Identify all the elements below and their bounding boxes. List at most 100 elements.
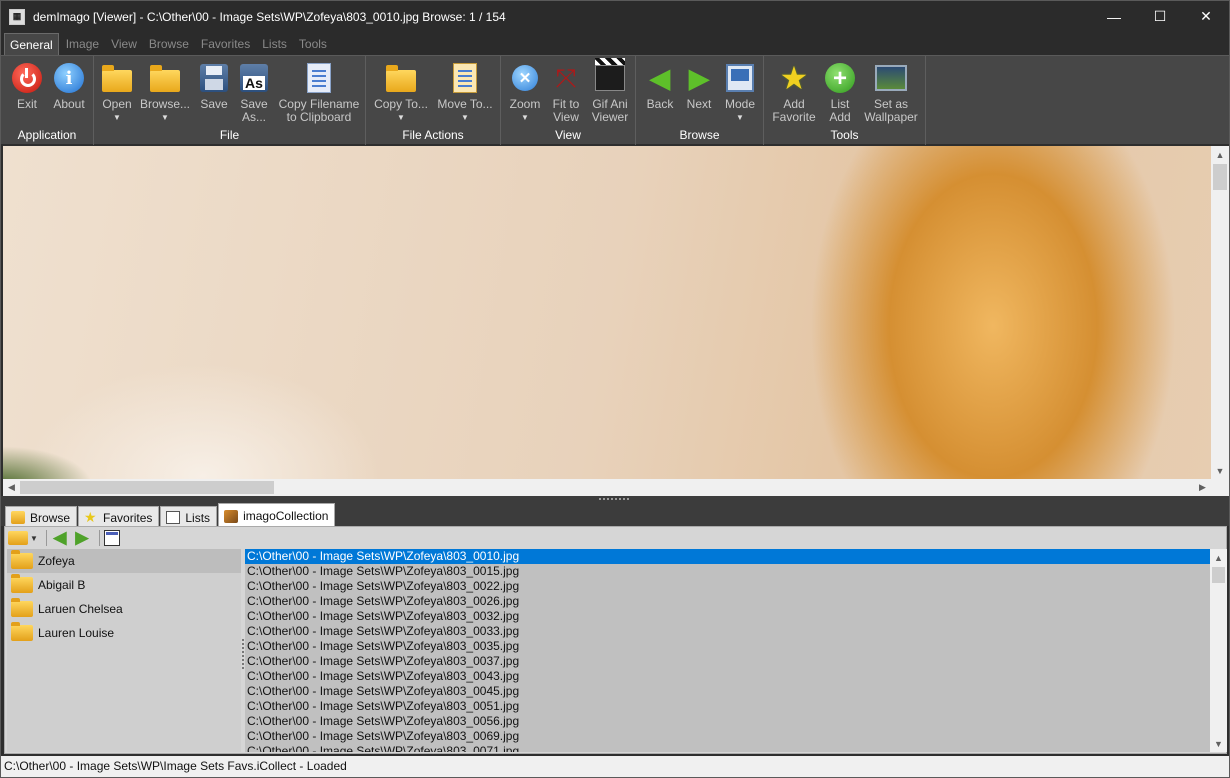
group-tools: ★ Add Favorite + List Add Set as Wallpap… [764, 56, 926, 145]
folder-label: Abigail B [38, 578, 86, 592]
save-as-button[interactable]: As Save As... [236, 61, 272, 124]
list-item[interactable]: C:\Other\00 - Image Sets\WP\Zofeya\803_0… [245, 669, 1210, 684]
zoom-icon: ✕ [512, 65, 538, 91]
next-button[interactable]: ▶ Next [682, 61, 716, 111]
scroll-thumb[interactable] [1213, 164, 1227, 190]
tab-favorites-panel[interactable]: ★ Favorites [78, 506, 160, 526]
copy-to-label: Copy To... [374, 97, 428, 111]
tab-image[interactable]: Image [61, 33, 104, 55]
zoom-button[interactable]: ✕ Zoom ▼ [507, 61, 543, 124]
image-viewer[interactable] [3, 146, 1211, 479]
list-item[interactable]: C:\Other\00 - Image Sets\WP\Zofeya\803_0… [245, 714, 1210, 729]
set-wallpaper-button[interactable]: Set as Wallpaper [862, 61, 920, 124]
open-label: Open [102, 97, 132, 111]
gif-label-2: Viewer [591, 110, 629, 124]
scroll-up-icon[interactable]: ▲ [1211, 146, 1229, 163]
folder-item[interactable]: Laruen Chelsea [7, 597, 241, 621]
scroll-up-icon[interactable]: ▲ [1210, 549, 1227, 566]
folder-item[interactable]: Abigail B [7, 573, 241, 597]
tab-browse[interactable]: Browse [144, 33, 194, 55]
open-button[interactable]: Open ▼ [98, 61, 136, 124]
tab-lists-panel[interactable]: Lists [160, 506, 218, 526]
list-item[interactable]: C:\Other\00 - Image Sets\WP\Zofeya\803_0… [245, 579, 1210, 594]
scroll-down-icon[interactable]: ▼ [1210, 735, 1227, 752]
tab-view[interactable]: View [106, 33, 142, 55]
viewer-horizontal-scrollbar[interactable]: ◀ ▶ [3, 479, 1211, 496]
mode-button[interactable]: Mode ▼ [722, 61, 758, 124]
prev-button[interactable]: ◀ [51, 528, 69, 547]
copy-filename-label-2: to Clipboard [286, 110, 352, 124]
ribbon-tabs: General Image View Browse Favorites List… [1, 32, 1229, 55]
next-button[interactable]: ▶ [73, 528, 91, 547]
wallpaper-icon [875, 65, 907, 91]
list-add-button[interactable]: + List Add [822, 61, 858, 124]
move-to-label: Move To... [437, 97, 493, 111]
file-move-icon [453, 63, 477, 93]
scroll-right-icon[interactable]: ▶ [1194, 479, 1211, 496]
move-to-button[interactable]: Move To... ▼ [436, 61, 494, 124]
tab-lists[interactable]: Lists [257, 33, 292, 55]
list-item[interactable]: C:\Other\00 - Image Sets\WP\Zofeya\803_0… [245, 654, 1210, 669]
tab-browse-panel[interactable]: Browse [5, 506, 78, 526]
fit-to-view-button[interactable]: ⤧ Fit to View [547, 61, 585, 124]
copy-to-button[interactable]: Copy To... ▼ [372, 61, 430, 124]
scroll-left-icon[interactable]: ◀ [3, 479, 20, 496]
window-controls: — ☐ ✕ [1091, 1, 1229, 32]
minimize-button[interactable]: — [1091, 1, 1137, 32]
grip-icon [242, 639, 244, 669]
toolbar-separator [98, 530, 100, 546]
collection-toolbar: ▼ ◀ ▶ [5, 527, 1226, 549]
add-fav-label-2: Favorite [772, 110, 816, 124]
scroll-down-icon[interactable]: ▼ [1211, 462, 1229, 479]
list-item[interactable]: C:\Other\00 - Image Sets\WP\Zofeya\803_0… [245, 699, 1210, 714]
app-icon: ▦ [9, 8, 25, 25]
collection-icon [224, 509, 239, 523]
tab-favorites-label: Favorites [103, 510, 153, 525]
close-button[interactable]: ✕ [1183, 1, 1229, 32]
exit-button[interactable]: Exit [7, 61, 47, 111]
scroll-thumb[interactable] [1212, 567, 1225, 583]
save-as-icon: As [240, 64, 268, 92]
scroll-thumb[interactable] [20, 481, 274, 494]
list-item[interactable]: C:\Other\00 - Image Sets\WP\Zofeya\803_0… [245, 729, 1210, 744]
window-button[interactable] [103, 529, 120, 547]
file-list-scrollbar[interactable]: ▲ ▼ [1210, 549, 1227, 752]
gif-viewer-button[interactable]: Gif Ani Viewer [589, 58, 631, 124]
list-item[interactable]: C:\Other\00 - Image Sets\WP\Zofeya\803_0… [245, 564, 1210, 579]
list-icon [166, 511, 181, 524]
folder-item[interactable]: Lauren Louise [7, 621, 241, 645]
chevron-down-icon: ▼ [736, 113, 744, 122]
folder-item[interactable]: Zofeya [7, 549, 241, 573]
maximize-button[interactable]: ☐ [1137, 1, 1183, 32]
save-button[interactable]: Save [196, 61, 232, 111]
tab-tools[interactable]: Tools [294, 33, 332, 55]
ribbon: Exit i About Application Open ▼ Browse..… [1, 55, 1229, 145]
tab-favorites[interactable]: Favorites [196, 33, 255, 55]
tab-collection-panel[interactable]: imagoCollection [218, 503, 336, 526]
list-item[interactable]: C:\Other\00 - Image Sets\WP\Zofeya\803_0… [245, 624, 1210, 639]
list-add-label-2: Add [829, 110, 851, 124]
open-collection-button[interactable]: ▼ [8, 529, 38, 547]
folder-icon [11, 511, 25, 524]
group-label-application: Application [17, 128, 77, 142]
back-label: Back [646, 97, 674, 111]
star-icon: ★ [84, 509, 97, 525]
list-item[interactable]: C:\Other\00 - Image Sets\WP\Zofeya\803_0… [245, 549, 1210, 564]
add-favorite-button[interactable]: ★ Add Favorite [770, 61, 818, 124]
back-button[interactable]: ◀ Back [642, 61, 678, 111]
list-item[interactable]: C:\Other\00 - Image Sets\WP\Zofeya\803_0… [245, 594, 1210, 609]
chevron-down-icon: ▼ [521, 113, 529, 122]
window-title: demImago [Viewer] - C:\Other\00 - Image … [33, 9, 506, 24]
about-button[interactable]: i About [48, 61, 90, 111]
browse-button[interactable]: Browse... ▼ [140, 61, 190, 124]
list-item[interactable]: C:\Other\00 - Image Sets\WP\Zofeya\803_0… [245, 639, 1210, 654]
list-item[interactable]: C:\Other\00 - Image Sets\WP\Zofeya\803_0… [245, 744, 1210, 752]
copy-filename-button[interactable]: Copy Filename to Clipboard [278, 61, 360, 124]
tab-general[interactable]: General [4, 33, 59, 55]
list-item[interactable]: C:\Other\00 - Image Sets\WP\Zofeya\803_0… [245, 684, 1210, 699]
list-item[interactable]: C:\Other\00 - Image Sets\WP\Zofeya\803_0… [245, 609, 1210, 624]
tab-browse-label: Browse [30, 510, 71, 525]
browse-label: Browse... [140, 97, 191, 111]
viewer-vertical-scrollbar[interactable]: ▲ ▼ [1211, 146, 1229, 479]
fit-label-2: View [553, 110, 579, 124]
